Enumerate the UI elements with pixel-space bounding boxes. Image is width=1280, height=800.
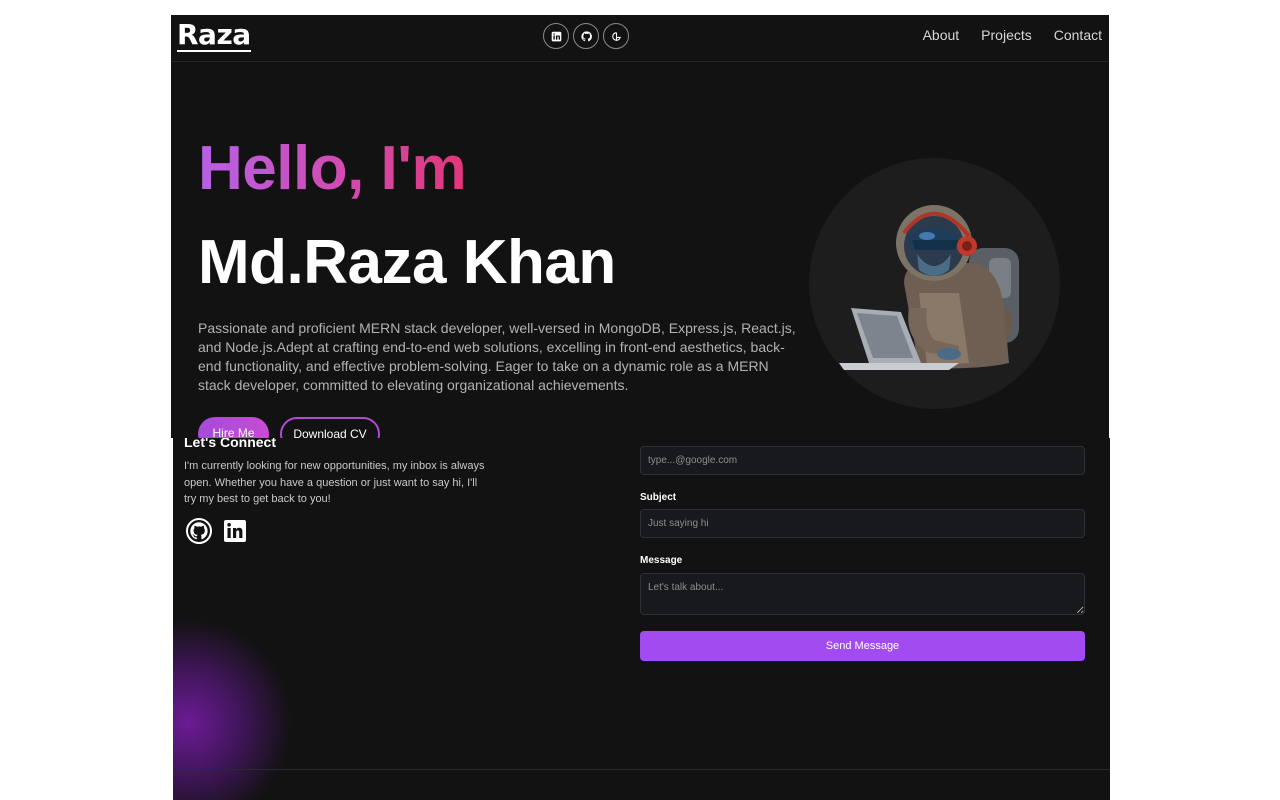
subject-label: Subject bbox=[640, 492, 677, 503]
github-icon[interactable] bbox=[573, 23, 599, 49]
nav-about[interactable]: About bbox=[923, 27, 960, 43]
send-message-button[interactable]: Send Message bbox=[640, 631, 1085, 661]
contact-panel: Let's Connect I'm currently looking for … bbox=[173, 438, 1110, 800]
hero-bio: Passionate and proficient MERN stack dev… bbox=[198, 320, 796, 393]
navbar: Raza About Projects Contact bbox=[171, 15, 1109, 62]
download-cv-button[interactable]: Download CV bbox=[280, 417, 380, 438]
astronaut-illustration bbox=[839, 205, 1019, 370]
hire-me-button[interactable]: Hire Me bbox=[198, 417, 269, 438]
subject-field[interactable] bbox=[640, 509, 1085, 538]
footer-divider bbox=[173, 769, 1110, 770]
message-label: Message bbox=[640, 555, 683, 566]
nav-social-icons bbox=[543, 23, 629, 49]
nav-projects[interactable]: Projects bbox=[981, 27, 1032, 43]
nav-contact[interactable]: Contact bbox=[1054, 27, 1102, 43]
linkedin-icon[interactable] bbox=[222, 518, 248, 544]
gfg-icon[interactable] bbox=[603, 23, 629, 49]
background-glow bbox=[173, 618, 293, 800]
nav-links: About Projects Contact bbox=[923, 27, 1102, 43]
email-field[interactable] bbox=[640, 446, 1085, 475]
contact-social-icons bbox=[186, 518, 248, 544]
connect-text: I'm currently looking for new opportunit… bbox=[184, 460, 485, 505]
connect-title: Let's Connect bbox=[184, 438, 277, 450]
message-field[interactable] bbox=[640, 573, 1085, 615]
hero-panel: Raza About Projects Contact Hello, I'm M… bbox=[171, 15, 1109, 438]
hero-name: Md.Raza Khan bbox=[198, 228, 616, 297]
github-icon[interactable] bbox=[186, 518, 212, 544]
linkedin-icon[interactable] bbox=[543, 23, 569, 49]
avatar bbox=[809, 158, 1060, 409]
hero-greeting: Hello, I'm bbox=[198, 134, 467, 203]
logo[interactable]: Raza bbox=[177, 20, 251, 52]
